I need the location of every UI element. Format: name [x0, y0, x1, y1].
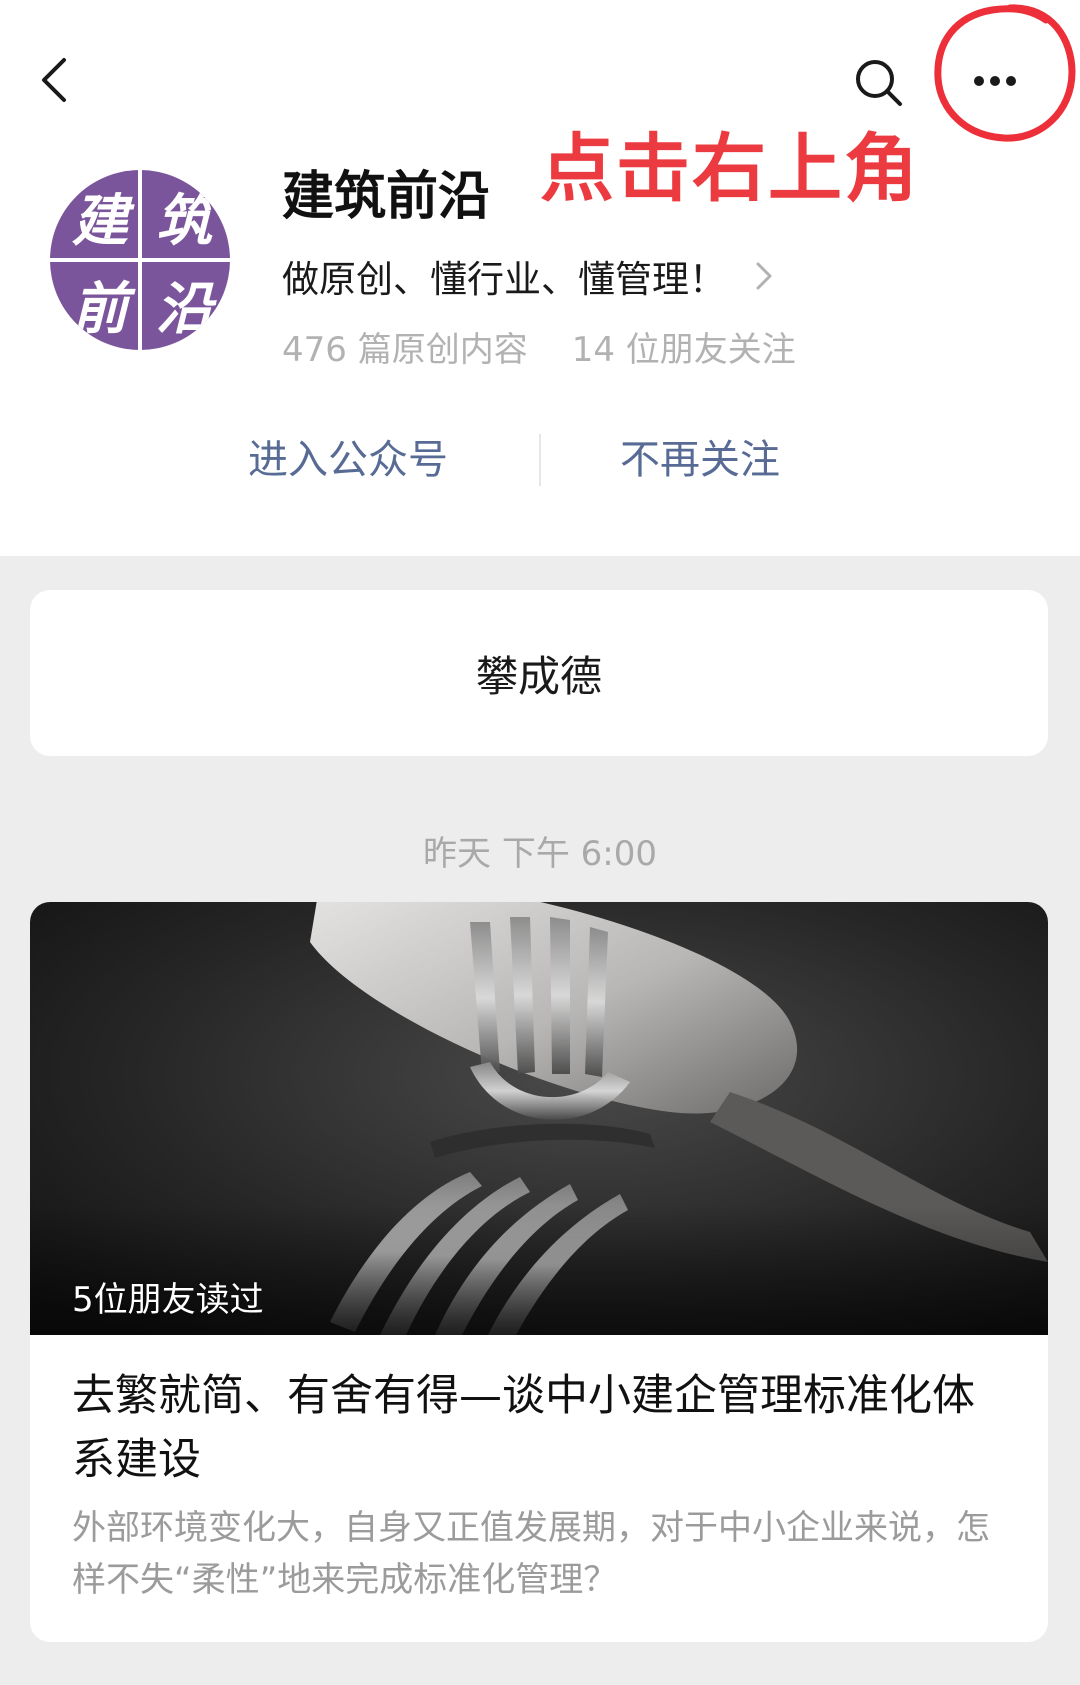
chevron-left-icon[interactable] — [30, 50, 80, 110]
friends-following: 14 位朋友关注 — [571, 330, 796, 370]
search-icon[interactable] — [850, 54, 908, 112]
account-avatar[interactable]: 建 筑 前 沿 — [50, 170, 230, 350]
avatar-char: 建 — [72, 187, 128, 254]
friends-read-badge: 5位朋友读过 — [72, 1280, 264, 1320]
account-header: 点击右上角 建 筑 前 沿 建筑前沿 做原创、懂行业、懂管理！ 476 篇原创内… — [0, 0, 1080, 556]
account-slogan: 做原创、懂行业、懂管理！ — [282, 258, 726, 301]
feed-timestamp: 昨天 下午 6:00 — [423, 834, 657, 874]
avatar-char: 沿 — [156, 275, 212, 342]
action-row: 进入公众号 不再关注 — [0, 420, 1080, 500]
unfollow-button[interactable]: 不再关注 — [620, 420, 780, 500]
divider — [539, 434, 541, 486]
account-name: 建筑前沿 — [282, 167, 491, 227]
annotation-text: 点击右上角 — [540, 126, 920, 212]
avatar-char: 筑 — [156, 187, 212, 254]
avatar-divider — [50, 258, 230, 262]
article-cover-image — [30, 902, 1048, 1335]
article-title: 去繁就简、有舍有得—谈中小建企管理标准化体系建设 — [72, 1371, 975, 1485]
account-stats: 476 篇原创内容 14 位朋友关注 — [282, 322, 796, 372]
avatar-char: 前 — [72, 275, 128, 342]
chevron-right-icon — [756, 262, 772, 290]
account-profile-link[interactable]: 做原创、懂行业、懂管理！ — [282, 248, 776, 304]
author-card[interactable]: 攀成德 — [30, 590, 1048, 756]
enter-account-button[interactable]: 进入公众号 — [248, 420, 448, 500]
annotation-circle — [934, 4, 1076, 142]
article-card[interactable]: 5位朋友读过 去繁就简、有舍有得—谈中小建企管理标准化体系建设 外部环境变化大，… — [30, 902, 1048, 1642]
author-name: 攀成德 — [475, 651, 602, 701]
original-count: 476 篇原创内容 — [282, 330, 528, 370]
article-summary: 外部环境变化大，自身又正值发展期，对于中小企业来说，怎样不失“柔性”地来完成标准… — [72, 1508, 990, 1600]
